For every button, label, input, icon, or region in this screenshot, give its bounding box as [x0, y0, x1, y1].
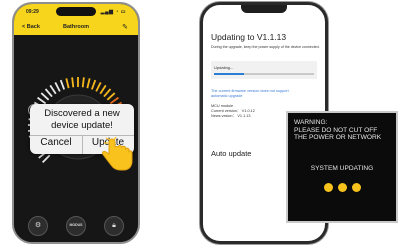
- new-version: News vesion： V1.1.13: [211, 114, 251, 118]
- loading-dot: [323, 183, 333, 192]
- tap-hand-icon: [102, 137, 133, 171]
- dial-tick: [95, 82, 102, 92]
- update-title: Updating to V1.1.13: [211, 32, 287, 42]
- status-icons: ▂▄▆ ◔ ▭: [100, 9, 126, 15]
- dial-tick: [40, 92, 50, 101]
- warning-text: WARNING: PLEASE DO NOT CUT OFF THE POWER…: [294, 119, 396, 142]
- cancel-button[interactable]: Cancel: [30, 137, 82, 148]
- pencil-icon[interactable]: ✎: [122, 23, 128, 31]
- dial-tick: [59, 79, 65, 90]
- dial-tick: [65, 78, 70, 89]
- dial-tick: [42, 154, 51, 163]
- loading-dot: [337, 183, 347, 192]
- nav-bar: < Back Bathroom ✎: [14, 20, 138, 35]
- bottom-dock: ⚙ MODUS 🔒︎: [14, 216, 138, 238]
- dial-tick: [81, 77, 85, 88]
- warning-line1: WARNING:: [294, 119, 328, 126]
- progress-fill: [214, 73, 244, 75]
- dialog-message: Discovered a new device update!: [30, 108, 134, 132]
- status-bar: 09:29 ▂▄▆ ◔ ▭: [14, 4, 138, 20]
- update-subtitle: During the upgrade, keep the power suppl…: [211, 45, 320, 49]
- progress-box: Updating...: [211, 61, 317, 79]
- dial-tick: [99, 84, 107, 95]
- firmware-note: The current firmware version does not su…: [211, 89, 323, 99]
- progress-track: [214, 73, 314, 75]
- version-info: MCU module Current version： V1.0.12 News…: [211, 104, 255, 119]
- dial-tick: [44, 88, 53, 98]
- status-time: 09:29: [26, 9, 39, 15]
- warning-line2: PLEASE DO NOT CUT OFF: [294, 126, 378, 134]
- warning-line3: THE POWER OR NETWORK: [294, 134, 382, 142]
- phone-notch: [241, 5, 287, 13]
- system-updating-label: SYSTEM UPDATING: [310, 165, 374, 172]
- lock-icon[interactable]: 🔒︎: [104, 216, 124, 236]
- dial-tick: [37, 96, 47, 105]
- dial-tick: [49, 84, 57, 95]
- progress-label: Updating...: [214, 65, 234, 70]
- composite-screenshot: 09:29 ▂▄▆ ◔ ▭ < Back Bathroom ✎ − + ⚙ MO…: [0, 0, 405, 246]
- gear-icon[interactable]: ⚙: [28, 216, 48, 236]
- dial-tick: [106, 92, 116, 101]
- auto-update-label: Auto update: [211, 149, 252, 158]
- dial-tick: [109, 96, 119, 105]
- dial-tick: [86, 78, 91, 89]
- dynamic-island: [56, 7, 96, 16]
- dial-tick: [71, 77, 75, 88]
- loading-dot: [351, 183, 361, 192]
- warning-panel: WARNING: PLEASE DO NOT CUT OFF THE POWER…: [286, 111, 398, 223]
- mode-button[interactable]: MODUS: [66, 216, 86, 236]
- dial-tick: [103, 88, 112, 98]
- firmware-note-line2: automatic upgrade: [211, 94, 243, 98]
- page-title: Bathroom: [63, 24, 89, 30]
- dial-tick: [54, 82, 61, 92]
- loading-dots: [288, 179, 396, 197]
- dial-tick: [91, 79, 97, 90]
- dialog-message-line2: device update!: [51, 120, 113, 131]
- dialog-message-line1: Discovered a new: [44, 108, 120, 119]
